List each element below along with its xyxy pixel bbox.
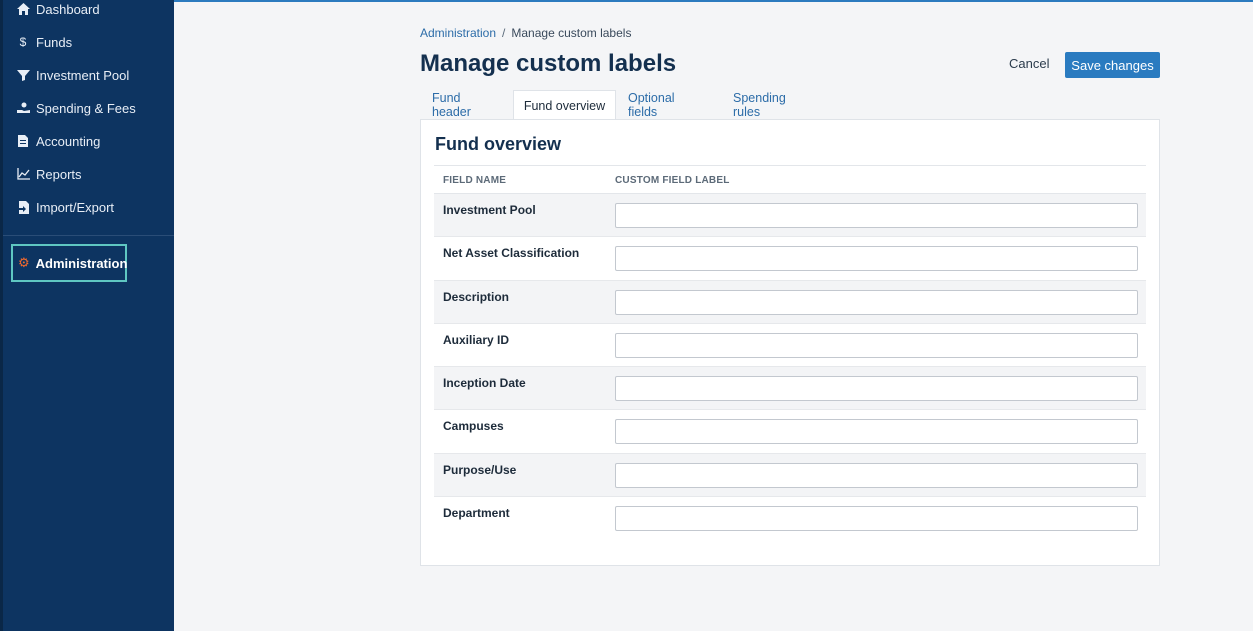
sidebar-item-label: Investment Pool <box>36 67 130 83</box>
table-row: Net Asset Classification <box>434 237 1146 281</box>
table-row: Campuses <box>434 410 1146 454</box>
sidebar-item-investment-pool[interactable]: Investment Pool <box>16 64 129 86</box>
sidebar-divider <box>3 235 174 236</box>
sidebar: Dashboard $ Funds Investment Pool Spendi… <box>0 0 174 631</box>
main-content: Administration / Manage custom labels Mana… <box>174 2 1253 631</box>
custom-label-input-purpose-use[interactable] <box>615 462 1138 488</box>
custom-label-input-auxiliary-id[interactable] <box>615 332 1138 358</box>
custom-label-input-inception-date[interactable] <box>615 376 1138 402</box>
sidebar-item-label: Administration <box>35 255 128 271</box>
custom-label-input-description[interactable] <box>615 289 1138 315</box>
custom-label-input-department[interactable] <box>615 506 1138 532</box>
sidebar-item-accounting[interactable]: Accounting <box>16 130 100 152</box>
table-row: Purpose/Use <box>434 453 1146 498</box>
hand-coin-icon <box>16 101 30 115</box>
field-name: Description <box>443 289 510 304</box>
tab-fund-overview[interactable]: Fund overview <box>513 90 616 120</box>
dollar-icon: $ <box>19 35 27 49</box>
table-row: Description <box>434 280 1146 324</box>
custom-label-input-net-asset-classification[interactable] <box>615 246 1138 272</box>
save-changes-button[interactable]: Save changes <box>1065 52 1160 78</box>
pool-icon <box>16 68 30 82</box>
home-icon <box>16 2 30 16</box>
table-header: FIELD NAME CUSTOM FIELD LABEL <box>434 165 1146 194</box>
gear-icon: ⚙ <box>18 255 30 270</box>
sidebar-item-import-export[interactable]: Import/Export <box>16 196 114 218</box>
field-name: Campuses <box>443 419 504 434</box>
sidebar-item-label: Accounting <box>36 133 101 149</box>
cancel-button[interactable]: Cancel <box>1009 56 1049 71</box>
field-name: Inception Date <box>443 376 526 391</box>
ledger-icon <box>16 134 30 148</box>
table-row: Inception Date <box>434 367 1146 411</box>
tab-spending-rules[interactable]: Spending rules <box>733 90 786 120</box>
field-name: Purpose/Use <box>443 462 517 477</box>
custom-label-input-campuses[interactable] <box>615 419 1138 445</box>
breadcrumb-link-administration[interactable]: Administration <box>420 26 496 40</box>
table-row: Investment Pool <box>434 194 1146 238</box>
breadcrumb: Administration / Manage custom labels <box>420 26 631 40</box>
sidebar-item-label: Import/Export <box>36 199 115 215</box>
field-name: Department <box>443 506 510 521</box>
field-name: Investment Pool <box>443 203 536 217</box>
custom-labels-table: FIELD NAME CUSTOM FIELD LABEL Investment… <box>434 165 1146 540</box>
sidebar-item-administration[interactable]: ⚙ Administration <box>11 244 127 282</box>
line-chart-icon <box>16 167 30 181</box>
column-header-field-name: FIELD NAME <box>443 175 507 186</box>
sidebar-item-spending-fees[interactable]: Spending & Fees <box>16 97 136 119</box>
sidebar-item-dashboard[interactable]: Dashboard <box>16 0 100 20</box>
fund-overview-panel: Fund overview FIELD NAME CUSTOM FIELD LA… <box>420 119 1160 566</box>
breadcrumb-separator: / <box>502 26 506 40</box>
field-name: Auxiliary ID <box>443 332 510 347</box>
custom-label-input-investment-pool[interactable] <box>615 203 1138 228</box>
panel-title: Fund overview <box>435 134 562 154</box>
sidebar-item-reports[interactable]: Reports <box>16 163 82 185</box>
tab-optional-fields[interactable]: Optional fields <box>628 90 675 120</box>
column-header-custom-label: CUSTOM FIELD LABEL <box>615 175 730 186</box>
field-name: Net Asset Classification <box>443 246 580 261</box>
page-title: Manage custom labels <box>420 50 677 77</box>
import-export-icon <box>16 200 30 214</box>
sidebar-item-label: Dashboard <box>36 1 100 17</box>
sidebar-edge <box>0 0 3 631</box>
sidebar-item-funds[interactable]: $ Funds <box>16 31 72 53</box>
sidebar-item-label: Reports <box>36 166 82 182</box>
table-row: Department <box>434 497 1146 540</box>
tab-fund-header[interactable]: Fund header <box>432 90 471 120</box>
sidebar-item-label: Funds <box>36 34 73 50</box>
breadcrumb-current: Manage custom labels <box>511 26 632 40</box>
sidebar-item-label: Spending & Fees <box>36 100 136 116</box>
table-row: Auxiliary ID <box>434 324 1146 368</box>
